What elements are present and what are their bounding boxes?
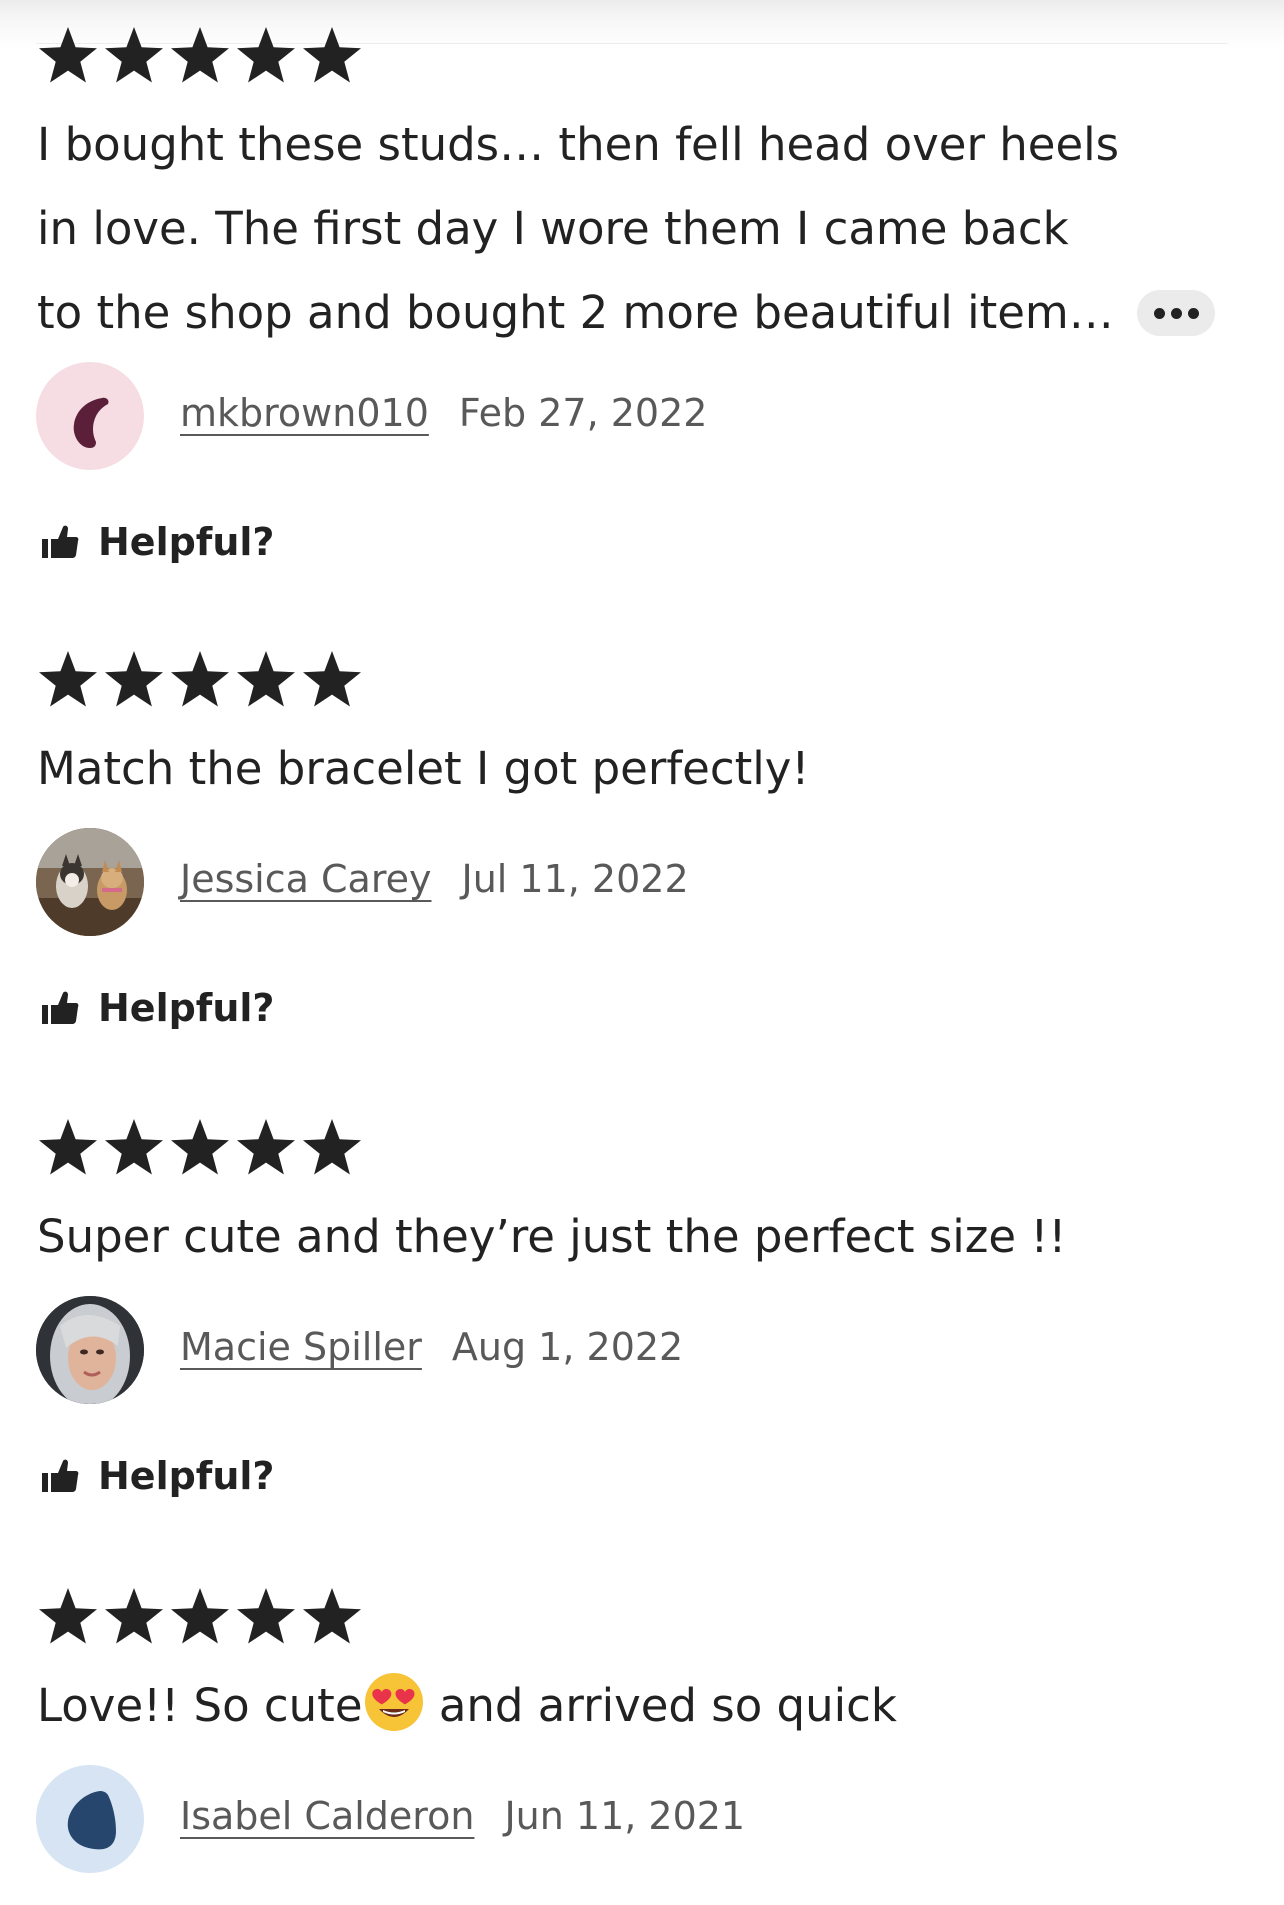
star-icon bbox=[36, 1117, 100, 1177]
review-date: Jun 11, 2021 bbox=[504, 1794, 746, 1838]
ellipsis-icon bbox=[1187, 307, 1199, 319]
review-text-line: in love. The first day I wore them I cam… bbox=[37, 202, 1069, 255]
reviewer-info: Jessica Carey Jul 11, 2022 bbox=[180, 854, 689, 904]
heart-eyes-emoji-icon bbox=[364, 1673, 423, 1731]
review-text-part: and arrived so quick bbox=[424, 1679, 897, 1732]
star-icon bbox=[300, 1117, 364, 1177]
review-text-line: Love!! So cute and arrived so quick bbox=[37, 1664, 897, 1748]
star-icon bbox=[234, 1117, 298, 1177]
star-icon bbox=[102, 1117, 166, 1177]
star-rating bbox=[36, 25, 364, 85]
helpful-button[interactable]: Helpful? bbox=[40, 517, 274, 567]
pink-abstract-avatar bbox=[73, 397, 109, 448]
helpful-label: Helpful? bbox=[98, 520, 275, 564]
avatar[interactable] bbox=[36, 828, 144, 936]
reviewer-name-link[interactable]: Isabel Calderon bbox=[180, 1791, 474, 1841]
reviewer-name-link[interactable]: Macie Spiller bbox=[180, 1322, 422, 1372]
review-text-line: to the shop and bought 2 more beautiful … bbox=[37, 286, 1114, 339]
reviewer-info: mkbrown010 Feb 27, 2022 bbox=[180, 388, 707, 438]
thumbs-up-icon bbox=[40, 522, 80, 562]
reviewer-name-link[interactable]: Jessica Carey bbox=[180, 854, 431, 904]
star-icon bbox=[234, 649, 298, 709]
avatar[interactable] bbox=[36, 1765, 144, 1873]
dogs-photo-avatar bbox=[36, 828, 144, 936]
helpful-label: Helpful? bbox=[98, 1454, 275, 1498]
review-text-line: Match the bracelet I got perfectly! bbox=[37, 742, 810, 795]
thumbs-up-icon bbox=[40, 988, 80, 1028]
star-icon bbox=[102, 25, 166, 85]
star-icon bbox=[168, 649, 232, 709]
star-icon bbox=[36, 1586, 100, 1646]
star-rating bbox=[36, 1117, 364, 1177]
star-icon bbox=[234, 1586, 298, 1646]
blue-abstract-avatar bbox=[67, 1791, 116, 1850]
star-icon bbox=[36, 25, 100, 85]
avatar[interactable] bbox=[36, 362, 144, 470]
thumbs-up-icon bbox=[40, 1456, 80, 1496]
review-date: Jul 11, 2022 bbox=[461, 857, 689, 901]
more-button[interactable] bbox=[1137, 290, 1215, 336]
star-icon bbox=[168, 25, 232, 85]
avatar[interactable] bbox=[36, 1296, 144, 1404]
selfie-photo-avatar bbox=[36, 1296, 144, 1404]
review-text-line: I bought these studs… then fell head ove… bbox=[37, 118, 1120, 171]
ellipsis-icon bbox=[1170, 307, 1182, 319]
reviewer-info: Macie Spiller Aug 1, 2022 bbox=[180, 1322, 683, 1372]
review-text-line: Super cute and they’re just the perfect … bbox=[37, 1210, 1067, 1263]
review-date: Aug 1, 2022 bbox=[451, 1325, 684, 1369]
ellipsis-icon bbox=[1153, 307, 1165, 319]
star-icon bbox=[102, 1586, 166, 1646]
star-rating bbox=[36, 1586, 364, 1646]
review-text-part: Love!! So cute bbox=[37, 1679, 363, 1732]
star-icon bbox=[300, 25, 364, 85]
star-icon bbox=[36, 649, 100, 709]
review-date: Feb 27, 2022 bbox=[458, 391, 708, 435]
star-icon bbox=[102, 649, 166, 709]
helpful-button[interactable]: Helpful? bbox=[40, 983, 274, 1033]
star-icon bbox=[300, 1586, 364, 1646]
star-icon bbox=[168, 1117, 232, 1177]
star-icon bbox=[168, 1586, 232, 1646]
reviewer-name-link[interactable]: mkbrown010 bbox=[180, 388, 429, 438]
helpful-label: Helpful? bbox=[98, 986, 275, 1030]
star-rating bbox=[36, 649, 364, 709]
reviewer-info: Isabel Calderon Jun 11, 2021 bbox=[180, 1791, 745, 1841]
star-icon bbox=[234, 25, 298, 85]
helpful-button[interactable]: Helpful? bbox=[40, 1451, 274, 1501]
star-icon bbox=[300, 649, 364, 709]
